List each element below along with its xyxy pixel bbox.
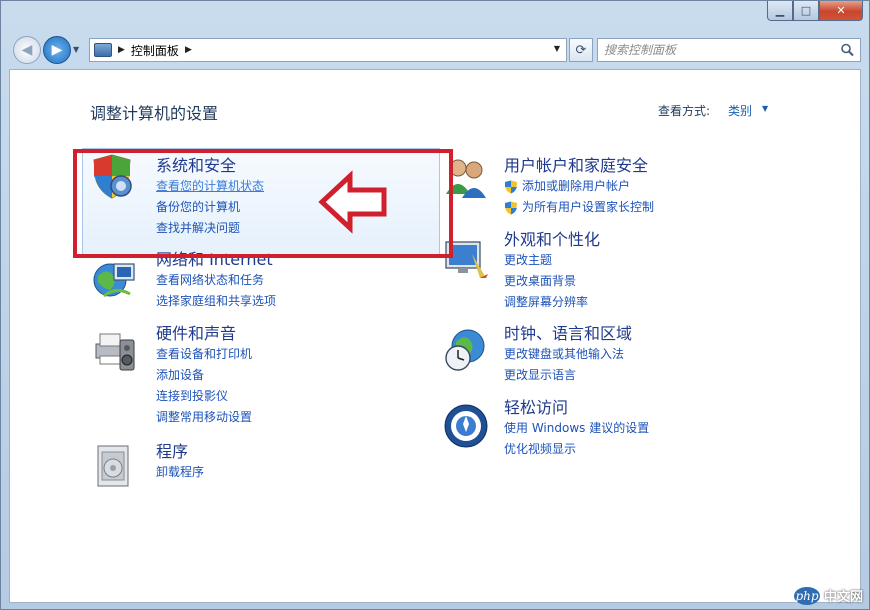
control-panel-icon <box>94 43 112 57</box>
link-devices-printers[interactable]: 查看设备和打印机 <box>156 344 252 365</box>
link-view-network-status[interactable]: 查看网络状态和任务 <box>156 270 276 291</box>
caption-buttons: ▁ □ ✕ <box>767 1 863 21</box>
view-by-label: 查看方式: <box>658 104 711 118</box>
link-change-display-language[interactable]: 更改显示语言 <box>504 365 632 386</box>
forward-arrow-icon: ▶ <box>51 42 63 58</box>
annotation-arrow-icon <box>318 170 387 234</box>
network-globe-icon[interactable] <box>90 256 138 304</box>
category-title-appearance[interactable]: 外观和个性化 <box>504 230 600 250</box>
link-optimize-visual[interactable]: 优化视频显示 <box>504 439 649 460</box>
category-title-clock-language[interactable]: 时钟、语言和区域 <box>504 324 632 344</box>
link-change-background[interactable]: 更改桌面背景 <box>504 271 600 292</box>
link-add-remove-accounts[interactable]: 添加或删除用户帐户 <box>504 176 654 197</box>
control-panel-window: ▁ □ ✕ ◀ ▶ ▼ ▶ 控制面板 ▶ ▼ ⟳ 调整计算 <box>0 0 870 610</box>
category-title-hardware-sound[interactable]: 硬件和声音 <box>156 324 252 344</box>
minimize-button[interactable]: ▁ <box>767 1 793 21</box>
category-appearance: 外观和个性化 更改主题 更改桌面背景 调整屏幕分辨率 <box>504 230 600 313</box>
category-programs: 程序 卸载程序 <box>156 442 204 483</box>
watermark-logo: php <box>793 586 820 605</box>
recent-pages-dropdown-icon[interactable]: ▼ <box>73 45 79 54</box>
category-title-user-accounts[interactable]: 用户帐户和家庭安全 <box>504 156 654 176</box>
link-add-device[interactable]: 添加设备 <box>156 365 252 386</box>
watermark-text: 中文网 <box>823 590 863 605</box>
search-input[interactable] <box>598 39 828 61</box>
link-text[interactable]: 添加或删除用户帐户 <box>522 176 630 197</box>
refresh-button[interactable]: ⟳ <box>569 38 593 62</box>
category-network-internet: 网络和 Internet 查看网络状态和任务 选择家庭组和共享选项 <box>156 250 276 312</box>
category-user-accounts: 用户帐户和家庭安全 添加或删除用户帐户 为所有用户设置家长控制 <box>504 156 654 218</box>
category-title-programs[interactable]: 程序 <box>156 442 204 462</box>
ease-of-access-icon[interactable] <box>442 402 490 450</box>
maximize-button[interactable]: □ <box>793 1 819 21</box>
view-by-dropdown[interactable]: 类别 <box>728 102 752 119</box>
link-connect-projector[interactable]: 连接到投影仪 <box>156 386 252 407</box>
refresh-icon: ⟳ <box>575 42 587 58</box>
navigation-bar: ◀ ▶ ▼ ▶ 控制面板 ▶ ▼ ⟳ <box>9 35 861 65</box>
content-pane: 调整计算机的设置 查看方式: 类别 ▼ 系统和安全 查看您的计算机状态 备份您的… <box>9 69 861 603</box>
link-change-theme[interactable]: 更改主题 <box>504 250 600 271</box>
link-change-keyboard[interactable]: 更改键盘或其他输入法 <box>504 344 632 365</box>
link-uninstall-program[interactable]: 卸载程序 <box>156 462 204 483</box>
link-parental-controls[interactable]: 为所有用户设置家长控制 <box>504 197 654 218</box>
breadcrumb-separator-icon[interactable]: ▶ <box>118 45 125 55</box>
category-ease-of-access: 轻松访问 使用 Windows 建议的设置 优化视频显示 <box>504 398 649 460</box>
search-icon[interactable] <box>840 43 854 57</box>
uac-shield-icon <box>505 201 517 214</box>
breadcrumb-control-panel[interactable]: 控制面板 <box>131 42 179 59</box>
category-clock-language: 时钟、语言和区域 更改键盘或其他输入法 更改显示语言 <box>504 324 632 386</box>
link-recommended-settings[interactable]: 使用 Windows 建议的设置 <box>504 418 649 439</box>
search-box[interactable] <box>597 38 861 62</box>
back-button[interactable]: ◀ <box>13 36 41 64</box>
uac-shield-icon <box>505 180 517 193</box>
watermark: php 中文网 <box>793 586 863 605</box>
address-dropdown-icon[interactable]: ▼ <box>554 44 560 53</box>
back-arrow-icon: ◀ <box>21 42 33 58</box>
printer-speaker-icon[interactable] <box>90 326 138 374</box>
link-mobility-settings[interactable]: 调整常用移动设置 <box>156 407 252 428</box>
breadcrumb-separator-icon[interactable]: ▶ <box>185 45 192 55</box>
link-text[interactable]: 为所有用户设置家长控制 <box>522 197 654 218</box>
view-by-caret-icon[interactable]: ▼ <box>762 104 768 113</box>
link-screen-resolution[interactable]: 调整屏幕分辨率 <box>504 292 600 313</box>
category-hardware-sound: 硬件和声音 查看设备和打印机 添加设备 连接到投影仪 调整常用移动设置 <box>156 324 252 428</box>
forward-button[interactable]: ▶ <box>43 36 71 64</box>
category-title-ease-of-access[interactable]: 轻松访问 <box>504 398 649 418</box>
clock-globe-icon[interactable] <box>442 326 490 374</box>
programs-box-icon[interactable] <box>90 442 138 490</box>
close-button[interactable]: ✕ <box>819 1 863 21</box>
address-bar[interactable]: ▶ 控制面板 ▶ ▼ <box>89 38 567 62</box>
page-title: 调整计算机的设置 <box>90 104 219 123</box>
annotation-red-frame <box>73 149 453 258</box>
link-homegroup-sharing[interactable]: 选择家庭组和共享选项 <box>156 291 276 312</box>
